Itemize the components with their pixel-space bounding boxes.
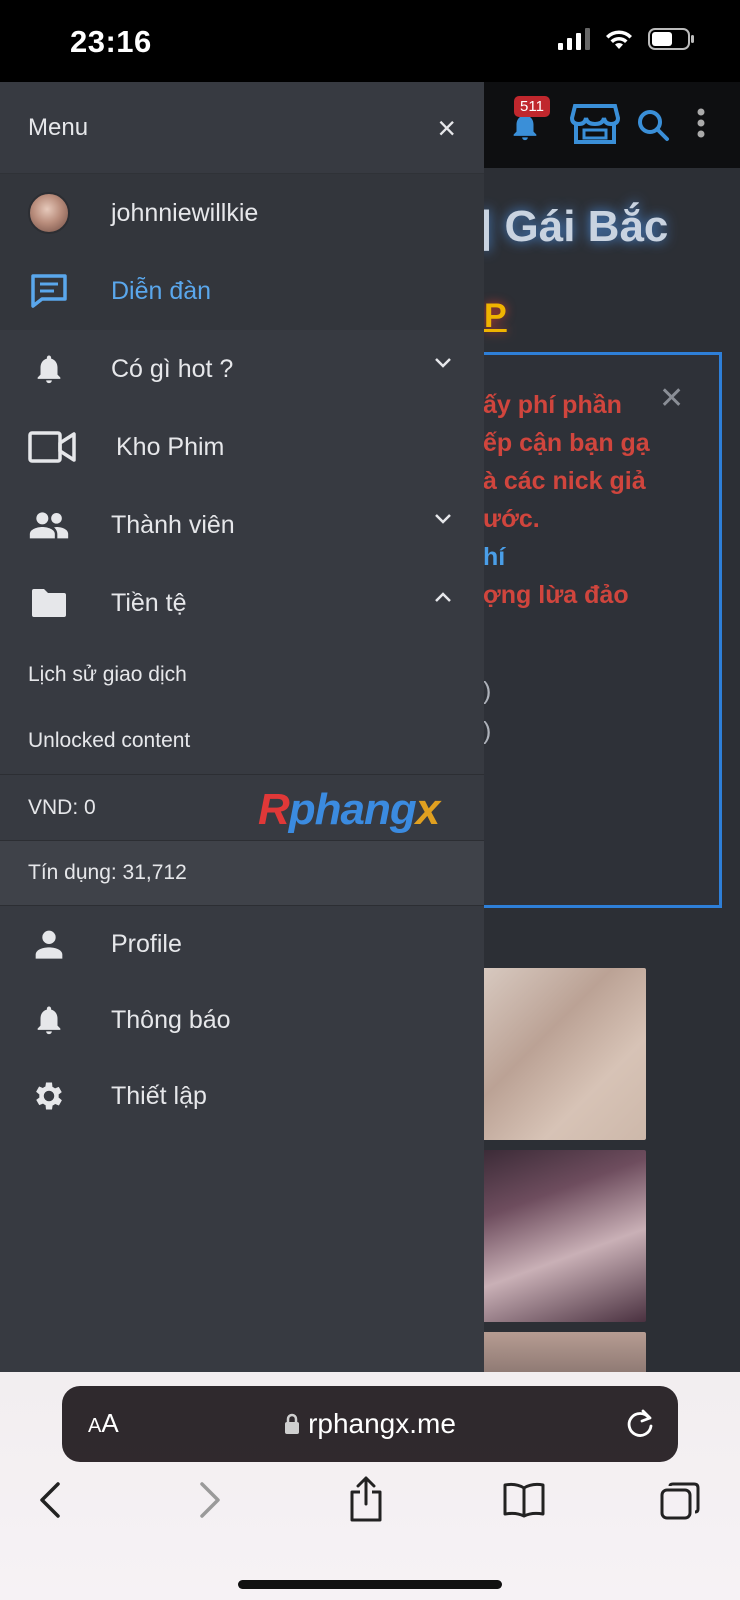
status-time: 23:16 [70, 24, 152, 59]
site-title: | Gái Bắc [480, 202, 669, 251]
side-drawer: Menu × johnniewillkie Diễn đàn Có gì hot… [0, 82, 484, 1372]
reload-icon[interactable] [624, 1406, 656, 1440]
notice-line: ếp cận bạn gạ [483, 429, 650, 457]
menu-item-kho-phim[interactable]: Kho Phim [0, 408, 484, 486]
credit-balance: Tín dụng: 31,712 [28, 861, 187, 884]
submenu-item-transaction-history[interactable]: Lịch sử giao dịch [0, 642, 484, 708]
people-icon [28, 504, 70, 546]
more-options-icon[interactable] [696, 108, 706, 143]
video-camera-icon [28, 426, 76, 468]
wifi-icon [606, 30, 632, 49]
menu-item-thong-bao[interactable]: Thông báo [0, 982, 484, 1058]
menu-item-dien-dan[interactable]: Diễn đàn [0, 252, 484, 330]
wallet-vnd: VND: 0 Rphangx [0, 774, 484, 840]
menu-item-label: Kho Phim [116, 432, 225, 461]
user-row[interactable]: johnniewillkie [0, 174, 484, 252]
store-icon[interactable] [569, 102, 621, 151]
menu-item-profile[interactable]: Profile [0, 906, 484, 982]
drawer-header: Menu × [0, 82, 484, 174]
folder-icon [28, 582, 70, 624]
menu-item-label: Profile [111, 929, 182, 958]
avatar [28, 192, 70, 234]
battery-icon [648, 28, 694, 50]
signal-icon [558, 28, 590, 50]
chevron-down-icon[interactable] [434, 513, 452, 525]
gear-icon [28, 1075, 70, 1117]
notice-box: ✕ ấy phí phần ếp cận bạn gạ à các nick g… [460, 352, 722, 908]
notice-link[interactable]: hí [483, 543, 505, 572]
chevron-up-icon[interactable] [434, 591, 452, 603]
video-thumbnail[interactable] [476, 1150, 646, 1322]
menu-item-thiet-lap[interactable]: Thiết lập [0, 1058, 484, 1134]
drawer-title: Menu [28, 113, 89, 141]
notification-count-badge: 511 [514, 96, 550, 117]
url-display[interactable]: rphangx.me [62, 1408, 678, 1440]
lock-icon [285, 1413, 300, 1434]
menu-item-thanh-vien[interactable]: Thành viên [0, 486, 484, 564]
menu-item-co-gi-hot[interactable]: Có gì hot ? [0, 330, 484, 408]
notice-line: ợng lừa đảo [483, 581, 629, 609]
video-thumbnail[interactable] [476, 968, 646, 1140]
vnd-balance: VND: 0 [28, 795, 96, 819]
rphangx-logo: Rphangx [258, 785, 440, 834]
video-thumbnail[interactable] [476, 1332, 646, 1372]
bell-icon [28, 999, 70, 1041]
home-indicator [238, 1580, 502, 1589]
forward-icon[interactable] [198, 1480, 222, 1520]
url-text: rphangx.me [308, 1408, 456, 1439]
share-icon[interactable] [348, 1476, 384, 1522]
status-icons [558, 28, 694, 50]
forum-icon [28, 270, 70, 312]
menu-item-label: Thành viên [111, 510, 235, 539]
menu-item-label: Diễn đàn [111, 276, 212, 305]
tabs-icon[interactable] [660, 1482, 700, 1522]
bell-icon [28, 348, 70, 390]
search-icon[interactable] [636, 108, 670, 147]
menu-item-label: Thông báo [111, 1005, 231, 1034]
notice-line: ) [483, 717, 492, 745]
wallet-credit: Tín dụng: 31,712 [0, 840, 484, 906]
menu-item-label: Có gì hot ? [111, 354, 234, 383]
menu-item-label: Thiết lập [111, 1081, 207, 1110]
menu-item-tien-te[interactable]: Tiền tệ [0, 564, 484, 642]
person-icon [28, 923, 70, 965]
notice-close-icon[interactable]: ✕ [659, 381, 684, 416]
address-bar[interactable]: AA rphangx.me [62, 1386, 678, 1462]
close-icon[interactable]: × [437, 112, 456, 144]
back-icon[interactable] [38, 1480, 62, 1520]
notice-line: à các nick giả [483, 467, 646, 495]
username: johnniewillkie [111, 198, 259, 227]
chevron-down-icon[interactable] [434, 357, 452, 369]
bookmarks-icon[interactable] [502, 1482, 546, 1518]
site-title-letter: P [484, 297, 507, 335]
notice-line: ấy phí phần [483, 391, 622, 419]
status-bar: 23:16 [0, 0, 740, 82]
notice-line: ) [483, 677, 492, 705]
menu-item-label: Tiền tệ [111, 588, 187, 617]
notice-line: ước. [483, 505, 540, 533]
submenu-item-unlocked-content[interactable]: Unlocked content [0, 708, 484, 774]
